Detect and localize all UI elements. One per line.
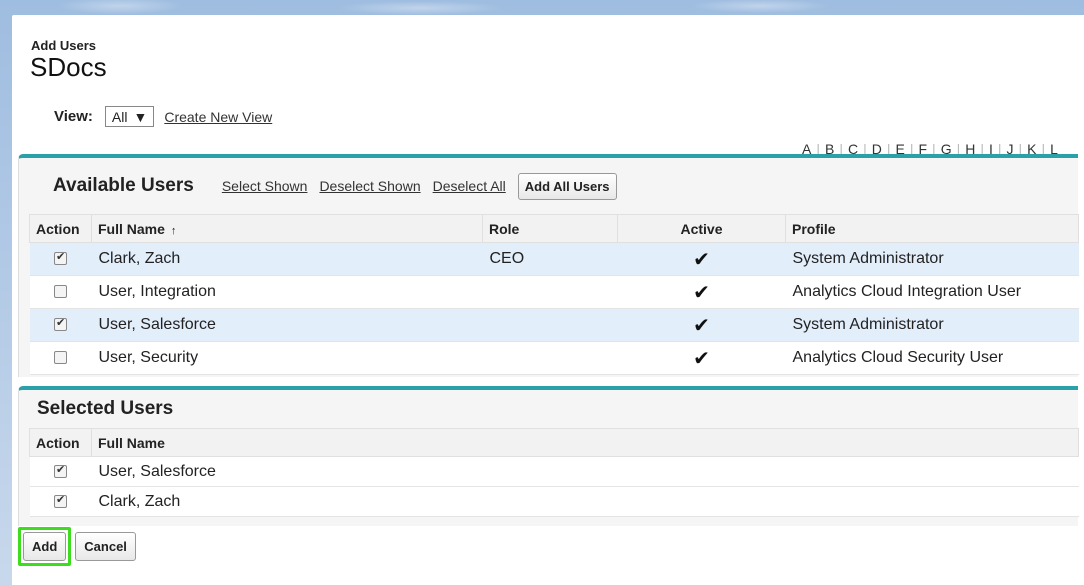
row-checkbox[interactable]: [54, 316, 67, 332]
available-users-title: Available Users: [53, 175, 194, 196]
breadcrumb: Add Users: [31, 38, 97, 53]
active-check-icon: ✔: [617, 341, 786, 375]
selected-users-title: Selected Users: [37, 398, 174, 419]
row-profile: System Administrator: [785, 308, 1079, 342]
active-check-icon: ✔: [617, 242, 786, 276]
row-action: [29, 275, 92, 309]
col-role: Role: [482, 214, 618, 243]
row-full-name: User, Salesforce: [91, 308, 483, 342]
row-profile: System Administrator: [785, 242, 1079, 276]
row-checkbox[interactable]: [54, 493, 67, 508]
row-full-name: User, Security: [91, 341, 483, 375]
row-role: CEO: [482, 242, 618, 276]
row-checkbox[interactable]: [54, 351, 67, 365]
deselect-all-link[interactable]: Deselect All: [433, 178, 506, 194]
selected-users-header: Selected Users: [19, 390, 1078, 428]
table-row: User, Security ✔ Analytics Cloud Securit…: [29, 341, 1079, 375]
col-full-name-label: Full Name: [98, 220, 165, 237]
row-role: [482, 308, 618, 342]
col-action: Action: [29, 214, 92, 243]
deselect-shown-link[interactable]: Deselect Shown: [319, 178, 420, 194]
view-label: View:: [54, 108, 93, 125]
col-profile: Profile: [785, 214, 1079, 243]
active-check-icon: ✔: [617, 275, 786, 309]
row-action: [29, 456, 92, 487]
page-title: SDocs: [30, 52, 107, 82]
sort-arrow-up-icon: ↑: [170, 224, 177, 237]
row-checkbox[interactable]: [54, 463, 67, 478]
selected-users-table: Action Full Name User, Salesforce Clark,…: [29, 428, 1079, 517]
col-full-name: Full Name: [91, 428, 1079, 457]
col-active: Active: [617, 214, 786, 243]
available-users-table: Action Full Name ↑ Role Active Profile Cl…: [29, 214, 1079, 375]
caret-down-icon: ▼: [133, 108, 148, 125]
view-select-value: All: [111, 108, 128, 125]
row-role: [482, 341, 618, 375]
row-full-name: User, Salesforce: [91, 456, 1079, 487]
row-action: [29, 242, 92, 276]
active-check-icon: ✔: [617, 308, 786, 342]
row-checkbox[interactable]: [54, 285, 67, 299]
row-checkbox[interactable]: [54, 250, 67, 266]
add-button-highlight: Add: [18, 527, 72, 566]
selected-users-panel: Selected Users Action Full Name User, Sa…: [18, 386, 1079, 526]
table-row: User, Integration ✔ Analytics Cloud Inte…: [29, 275, 1079, 309]
table-row: Clark, Zach CEO ✔ System Administrator: [29, 242, 1079, 276]
row-action: [29, 341, 92, 375]
view-row: View: All ▼ Create New View: [54, 106, 272, 127]
add-all-users-button[interactable]: Add All Users: [517, 172, 617, 200]
available-users-panel: Available Users Select Shown Deselect Sh…: [18, 154, 1079, 377]
row-role: [482, 275, 618, 309]
row-profile: Analytics Cloud Integration User: [785, 275, 1079, 309]
row-action: [29, 486, 92, 517]
table-row: User, Salesforce ✔ System Administrator: [29, 308, 1079, 342]
row-full-name: Clark, Zach: [91, 486, 1079, 517]
row-full-name: User, Integration: [91, 275, 483, 309]
table-row: Clark, Zach: [29, 486, 1079, 517]
create-new-view-link[interactable]: Create New View: [164, 109, 272, 125]
table-row: User, Salesforce: [29, 456, 1079, 487]
available-users-header: Available Users Select Shown Deselect Sh…: [19, 158, 1078, 214]
row-full-name: Clark, Zach: [91, 242, 483, 276]
select-shown-link[interactable]: Select Shown: [222, 178, 308, 194]
footer-actions: Add Cancel: [18, 527, 136, 566]
cancel-button[interactable]: Cancel: [75, 532, 136, 561]
col-full-name[interactable]: Full Name ↑: [91, 214, 483, 243]
row-action: [29, 308, 92, 342]
col-action: Action: [29, 428, 92, 457]
add-button[interactable]: Add: [23, 532, 67, 561]
view-select[interactable]: All ▼: [104, 106, 155, 127]
row-profile: Analytics Cloud Security User: [785, 341, 1079, 375]
